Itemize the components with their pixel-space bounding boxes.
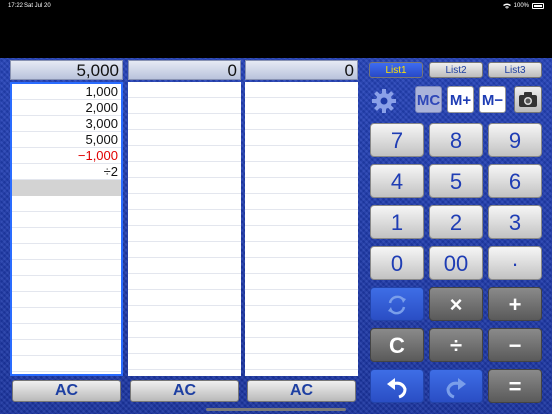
column-1-total: 5,000 [10,60,123,80]
sync-icon [388,295,406,315]
key-5[interactable]: 5 [429,164,483,198]
redo-button[interactable] [429,369,483,403]
key-1[interactable]: 1 [370,205,424,239]
memory-minus-button[interactable]: M− [479,86,506,113]
tab-list3[interactable]: List3 [488,62,542,78]
undo-button[interactable] [370,369,424,403]
column-3-ac-button[interactable]: AC [247,380,356,402]
key-8[interactable]: 8 [429,123,483,157]
tape-entry[interactable]: 5,000 [12,132,121,148]
key-00[interactable]: 00 [429,246,483,280]
tab-list2[interactable]: List2 [429,62,483,78]
battery-percent: 100% [513,3,529,9]
home-indicator[interactable] [206,408,346,411]
key-divide[interactable]: ÷ [429,328,483,362]
key-4[interactable]: 4 [370,164,424,198]
status-date: Sat Jul 20 [24,3,51,9]
key-9[interactable]: 9 [488,123,542,157]
list-column-3: 0 AC [245,60,358,402]
key-decimal[interactable]: · [488,246,542,280]
tape-entry[interactable]: 1,000 [12,84,121,100]
list-column-2: 0 AC [128,60,241,402]
key-6[interactable]: 6 [488,164,542,198]
tab-list1[interactable]: List1 [369,62,423,78]
battery-icon [532,3,544,9]
gear-icon[interactable] [371,88,397,114]
key-0[interactable]: 0 [370,246,424,280]
column-2-ac-button[interactable]: AC [130,380,239,402]
redo-icon [446,378,466,399]
status-time: 17:22 [8,3,24,9]
column-1-tape[interactable]: 1,000 2,000 3,000 5,000 −1,000 ÷2 [10,82,123,376]
column-2-tape[interactable] [128,82,241,376]
undo-icon [387,378,407,399]
key-7[interactable]: 7 [370,123,424,157]
memory-clear-button[interactable]: MC [415,86,442,113]
column-2-total: 0 [128,60,241,80]
column-1-ac-button[interactable]: AC [12,380,121,402]
key-2[interactable]: 2 [429,205,483,239]
key-clear[interactable]: C [370,328,424,362]
key-3[interactable]: 3 [488,205,542,239]
wifi-icon [502,3,511,9]
camera-button[interactable] [514,86,542,113]
tape-entry[interactable]: 3,000 [12,116,121,132]
key-equals[interactable]: = [488,369,542,403]
key-plus[interactable]: + [488,287,542,321]
key-multiply[interactable]: × [429,287,483,321]
tape-entry[interactable]: 2,000 [12,100,121,116]
column-3-total: 0 [245,60,358,80]
tape-entry[interactable]: ÷2 [12,164,121,180]
memory-plus-button[interactable]: M+ [447,86,474,113]
tape-entry-cursor[interactable] [12,180,121,196]
status-bar: 17:22 Sat Jul 20 100% [0,0,552,12]
column-3-tape[interactable] [245,82,358,376]
key-minus[interactable]: − [488,328,542,362]
sync-button[interactable] [370,287,424,321]
tape-entry-negative[interactable]: −1,000 [12,148,121,164]
list-column-1: 5,000 1,000 2,000 3,000 5,000 −1,000 ÷2 … [10,60,123,402]
list-tabs: List1 List2 List3 [369,62,547,78]
status-right: 100% [502,3,544,9]
camera-icon [519,92,537,107]
